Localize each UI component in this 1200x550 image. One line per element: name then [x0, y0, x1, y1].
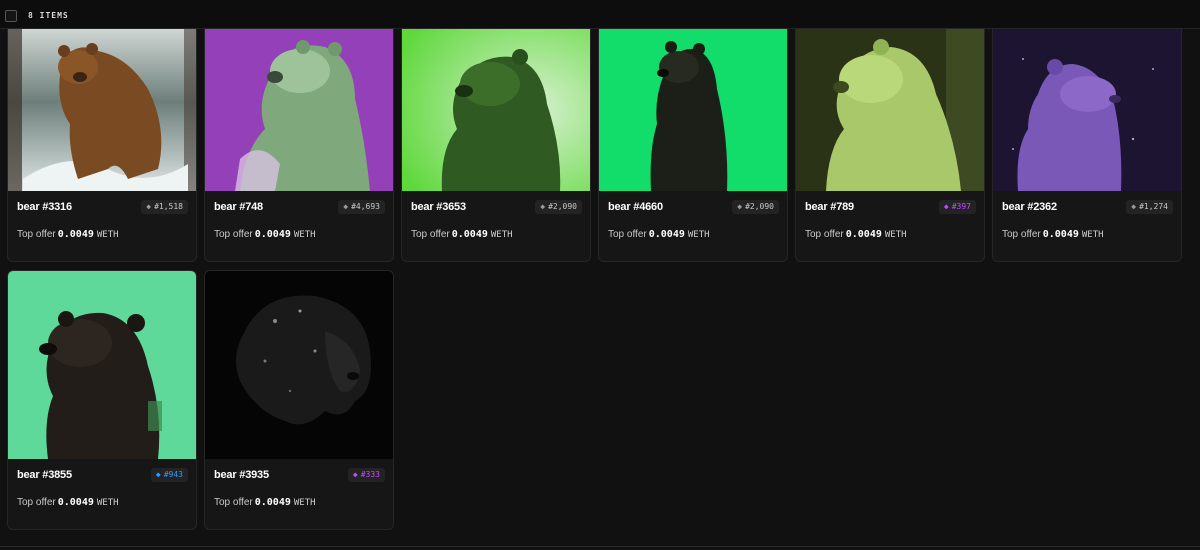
nft-image[interactable] [993, 29, 1181, 191]
rarity-badge: ◆ #2,090 [732, 200, 779, 214]
nft-name[interactable]: bear #3316 [17, 201, 72, 213]
nft-name[interactable]: bear #3855 [17, 469, 72, 481]
nft-card[interactable]: bear #3653 ◆ #2,090 Top offer 0.0049 WETH [401, 28, 591, 262]
divider [0, 546, 1200, 547]
card-info: bear #2362 ◆ #1,274 Top offer 0.0049 WETH [993, 191, 1181, 261]
rarity-badge: ◆ #1,274 [1126, 200, 1173, 214]
top-offer: Top offer 0.0049 WETH [17, 497, 119, 508]
nft-card[interactable]: bear #748 ◆ #4,693 Top offer 0.0049 WETH [204, 28, 394, 262]
nft-image[interactable] [8, 271, 196, 459]
rarity-badge: ◆ #4,693 [338, 200, 385, 214]
top-offer: Top offer 0.0049 WETH [608, 229, 710, 240]
top-offer: Top offer 0.0049 WETH [214, 497, 316, 508]
rarity-badge: ◆ #1,518 [141, 200, 188, 214]
rarity-badge: ◆ #333 [347, 468, 385, 482]
card-info: bear #3855 ◆ #943 Top offer 0.0049 WETH [8, 459, 196, 529]
nft-image[interactable] [8, 29, 196, 191]
diamond-icon: ◆ [943, 202, 949, 211]
rarity-badge: ◆ #2,090 [535, 200, 582, 214]
nft-card[interactable]: bear #3316 ◆ #1,518 Top offer 0.0049 WETH [7, 28, 197, 262]
top-offer: Top offer 0.0049 WETH [411, 229, 513, 240]
nft-image[interactable] [402, 29, 590, 191]
nft-card[interactable]: bear #2362 ◆ #1,274 Top offer 0.0049 WETH [992, 28, 1182, 262]
rarity-badge: ◆ #397 [938, 200, 976, 214]
nft-name[interactable]: bear #4660 [608, 201, 663, 213]
top-offer: Top offer 0.0049 WETH [1002, 229, 1104, 240]
card-info: bear #3653 ◆ #2,090 Top offer 0.0049 WETH [402, 191, 590, 261]
nft-card[interactable]: bear #789 ◆ #397 Top offer 0.0049 WETH [795, 28, 985, 262]
card-info: bear #3316 ◆ #1,518 Top offer 0.0049 WETH [8, 191, 196, 261]
diamond-icon: ◆ [146, 202, 152, 211]
nft-name[interactable]: bear #3653 [411, 201, 466, 213]
diamond-icon: ◆ [343, 202, 349, 211]
nft-card[interactable]: bear #3855 ◆ #943 Top offer 0.0049 WETH [7, 270, 197, 530]
nft-image[interactable] [205, 271, 393, 459]
nft-card[interactable]: bear #4660 ◆ #2,090 Top offer 0.0049 WETH [598, 28, 788, 262]
diamond-icon: ◆ [737, 202, 743, 211]
nft-card[interactable]: bear #3935 ◆ #333 Top offer 0.0049 WETH [204, 270, 394, 530]
rarity-badge: ◆ #943 [150, 468, 188, 482]
diamond-icon: ◆ [540, 202, 546, 211]
diamond-icon: ◆ [155, 470, 161, 479]
top-offer: Top offer 0.0049 WETH [17, 229, 119, 240]
top-offer: Top offer 0.0049 WETH [214, 229, 316, 240]
nft-image[interactable] [205, 29, 393, 191]
nft-name[interactable]: bear #748 [214, 201, 263, 213]
top-offer: Top offer 0.0049 WETH [805, 229, 907, 240]
nft-name[interactable]: bear #789 [805, 201, 854, 213]
nft-name[interactable]: bear #3935 [214, 469, 269, 481]
card-info: bear #3935 ◆ #333 Top offer 0.0049 WETH [205, 459, 393, 529]
card-info: bear #789 ◆ #397 Top offer 0.0049 WETH [796, 191, 984, 261]
nft-image[interactable] [599, 29, 787, 191]
card-info: bear #4660 ◆ #2,090 Top offer 0.0049 WETH [599, 191, 787, 261]
nft-image[interactable] [796, 29, 984, 191]
diamond-icon: ◆ [1131, 202, 1137, 211]
card-info: bear #748 ◆ #4,693 Top offer 0.0049 WETH [205, 191, 393, 261]
nft-grid: bear #3316 ◆ #1,518 Top offer 0.0049 WETH b… [0, 0, 1200, 550]
nft-name[interactable]: bear #2362 [1002, 201, 1057, 213]
diamond-icon: ◆ [352, 470, 358, 479]
